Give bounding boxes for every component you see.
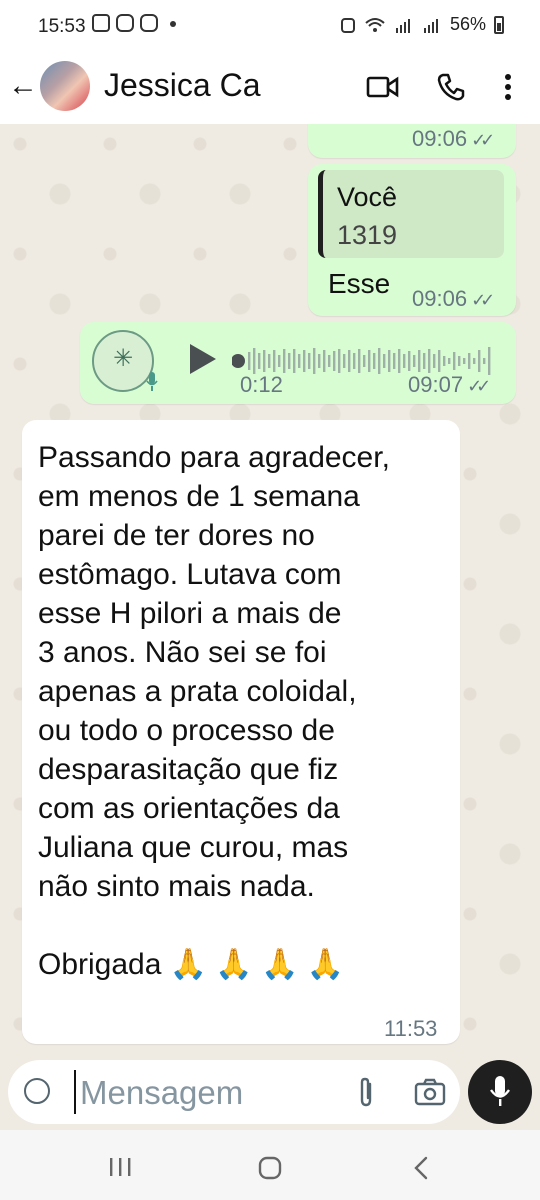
battery-icon: [494, 15, 504, 34]
incoming-message[interactable]: Passando para agradecer, em menos de 1 s…: [22, 420, 460, 1044]
more-notifications-icon: [170, 21, 176, 27]
message-time: 09:06: [412, 286, 468, 311]
gallery-icon: [92, 14, 110, 32]
message-text: 1319: [328, 124, 390, 130]
chat-area[interactable]: 1319 09:06✓✓ Você 1319 Esse 09:06✓✓ 0:12…: [0, 124, 540, 1056]
read-ticks-icon: ✓✓: [467, 376, 491, 396]
camera-icon[interactable]: [414, 1078, 446, 1106]
waveform-scrubber[interactable]: [232, 354, 245, 368]
status-time: 15:53: [38, 16, 86, 37]
back-nav-icon[interactable]: [412, 1156, 430, 1180]
quoted-text: 1319: [337, 220, 398, 250]
quoted-sender: Você: [337, 182, 398, 212]
instagram-icon: [116, 14, 134, 32]
message-time: 09:06: [412, 126, 468, 151]
message-input[interactable]: Mensagem: [80, 1074, 243, 1112]
system-icons: 56%: [340, 14, 504, 35]
instagram-icon: [140, 14, 158, 32]
contact-avatar[interactable]: [40, 61, 90, 111]
message-meta: 09:06 ✓✓: [412, 126, 495, 152]
microphone-icon: [490, 1076, 510, 1106]
message-text: Esse: [328, 268, 391, 299]
emoji-sticker-icon[interactable]: [24, 1078, 50, 1104]
signal-icon: [395, 18, 410, 33]
message-text: Passando para agradecer, em menos de 1 s…: [38, 441, 390, 981]
outgoing-reply-message[interactable]: Você 1319 Esse 09:06 ✓✓: [308, 164, 516, 316]
voice-message[interactable]: 0:12 09:07✓✓: [80, 322, 516, 404]
message-meta: 09:07 ✓✓: [408, 372, 491, 398]
read-ticks-icon: ✓✓: [471, 290, 495, 310]
outgoing-message[interactable]: 1319 09:06✓✓: [308, 124, 516, 158]
home-icon[interactable]: [258, 1156, 282, 1180]
battery-percent: 56%: [449, 14, 486, 34]
phone-call-icon[interactable]: [436, 72, 466, 102]
play-icon[interactable]: [190, 344, 216, 374]
signal-icon: [423, 18, 438, 33]
system-navigation-bar: [0, 1130, 540, 1200]
notification-icons: [92, 14, 176, 32]
alarm-icon: [340, 17, 355, 33]
mic-small-icon: [146, 372, 158, 391]
message-meta: 09:06 ✓✓: [412, 286, 495, 312]
contact-name[interactable]: Jessica Ca: [104, 67, 261, 104]
video-call-icon[interactable]: [366, 72, 400, 102]
sender-avatar: [92, 330, 154, 392]
quoted-message[interactable]: Você 1319: [318, 170, 504, 258]
voice-duration: 0:12: [240, 372, 283, 397]
text-cursor: [74, 1070, 76, 1114]
waveform-bars: [248, 347, 491, 375]
read-ticks-icon: ✓✓: [471, 130, 495, 150]
message-time: 09:07: [408, 372, 464, 397]
attach-icon[interactable]: [356, 1076, 376, 1108]
message-time: 11:53: [384, 1016, 438, 1041]
message-composer[interactable]: Mensagem: [8, 1060, 460, 1124]
back-arrow-icon[interactable]: ←: [8, 71, 38, 101]
wifi-icon: [365, 17, 385, 32]
voice-record-button[interactable]: [468, 1060, 532, 1124]
status-bar: 15:53 56%: [0, 0, 540, 54]
recent-apps-icon[interactable]: [108, 1156, 132, 1178]
more-options-icon[interactable]: [502, 72, 514, 102]
chat-header: ← Jessica Ca: [0, 54, 540, 124]
